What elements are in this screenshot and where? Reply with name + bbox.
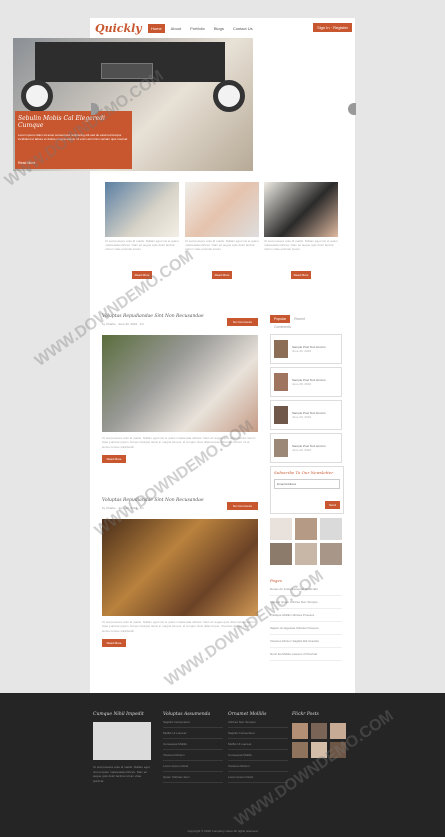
footer-link[interactable]: Quam Ultricies Sem	[163, 772, 223, 783]
footer-link[interactable]: Consequat Molltis	[163, 739, 223, 750]
flickr-image[interactable]	[311, 723, 327, 739]
footer-link[interactable]: Sagittis Consectetur	[163, 717, 223, 728]
sidebar-post-date: June 20, 2016	[292, 448, 312, 452]
gallery-image[interactable]	[320, 518, 342, 540]
people-gallery	[270, 518, 342, 565]
footer-link[interactable]: Molltis Ut Laoreet	[228, 739, 288, 750]
avatar	[274, 373, 288, 391]
post-image	[102, 519, 258, 616]
newsletter-send-button[interactable]: Send	[324, 501, 340, 509]
flickr-image[interactable]	[292, 723, 308, 739]
feature-text: Ut sed posuere ante id mattis. Nullam eg…	[264, 239, 338, 251]
footer-text: Ut sed posuere ante id mattis. Nullam eg…	[93, 765, 150, 783]
page-link[interactable]: Sapien Ac Egestas Ultricies Posuere	[270, 622, 342, 635]
sidebar-post-date: June 20, 2016	[292, 349, 312, 353]
feature-image	[264, 182, 338, 237]
speaker-right-image	[213, 80, 245, 112]
nav-portfolio[interactable]: Portfolio	[187, 24, 208, 33]
footer-col-links: Ornamet Mollilis Ultrices Non Tempus Sag…	[228, 712, 288, 783]
nav-contact[interactable]: Contact Us	[230, 24, 256, 33]
newsletter-email-input[interactable]: Email Address	[274, 479, 340, 489]
post-read-more-button[interactable]: Read More	[102, 638, 126, 647]
tab-comments[interactable]: Comments	[270, 323, 342, 331]
tab-recent[interactable]: Recent	[290, 315, 309, 323]
footer-col-about: Cumque Nihil Impedit Ut sed posuere ante…	[93, 712, 153, 783]
post-read-more-button[interactable]: Read More	[102, 454, 126, 463]
sidebar-post-item[interactable]: Sample Post Text Hmmm June 20, 2016	[270, 334, 342, 364]
slider-next-arrow-icon[interactable]	[348, 103, 356, 115]
feature-read-more-button[interactable]: Read More	[291, 271, 311, 279]
sidebar-tabs-widget: Popular Recent Comments Sample Post Text…	[270, 315, 342, 463]
tab-popular[interactable]: Popular	[270, 315, 291, 323]
avatar	[274, 439, 288, 457]
feature-read-more-button[interactable]: Read More	[212, 271, 232, 279]
footer-col-title: Cumque Nihil Impedit	[93, 712, 144, 717]
gallery-image[interactable]	[320, 543, 342, 565]
sign-in-button[interactable]: Sign In · Register	[313, 23, 352, 32]
newsletter-title: Subscribe To Our Newsletter	[274, 470, 334, 475]
footer-link[interactable]: Vivamus Dictum	[228, 761, 288, 772]
footer-link[interactable]: Ultrices Non Tempus	[228, 717, 288, 728]
page-link[interactable]: Vivamus Dictum Sagittis Elit Gravida	[270, 635, 342, 648]
gallery-image[interactable]	[295, 518, 317, 540]
post-comments-badge[interactable]: No Comments	[226, 318, 258, 326]
feature-card: Ut sed posuere ante id mattis. Nullam eg…	[185, 182, 259, 279]
footer-link[interactable]: Vivamus Dictum	[163, 750, 223, 761]
footer-link[interactable]: Lorem Ipsum Dolor	[163, 761, 223, 772]
nav-home[interactable]: Home	[148, 24, 165, 33]
sidebar-post-date: June 20, 2016	[292, 382, 312, 386]
feature-image	[105, 182, 179, 237]
footer-col-title: Flickr Posts	[292, 712, 319, 717]
gallery-image[interactable]	[270, 518, 292, 540]
gallery-image[interactable]	[295, 543, 317, 565]
nav-blogs[interactable]: Blogs	[211, 24, 227, 33]
flickr-image[interactable]	[292, 742, 308, 758]
main-nav: Home About Portfolio Blogs Contact Us	[148, 24, 256, 33]
newsletter-widget: Subscribe To Our Newsletter Email Addres…	[270, 466, 344, 514]
footer-link[interactable]: Consequat Molltis	[228, 750, 288, 761]
feature-image	[185, 182, 259, 237]
page-link[interactable]: Nunc Eu Molltis Laoreet Ut Pulvinar	[270, 648, 342, 661]
sidebar-post-item[interactable]: Sample Post Text Hmmm June 20, 2016	[270, 367, 342, 397]
sidebar-post-item[interactable]: Sample Post Text Hmmm June 20, 2016	[270, 433, 342, 463]
post-comments-badge[interactable]: No Comments	[226, 502, 258, 510]
site-logo[interactable]: Quickly	[95, 22, 142, 35]
sidebar-post-date: June 20, 2016	[292, 415, 312, 419]
nav-about[interactable]: About	[168, 24, 184, 33]
gallery-image[interactable]	[270, 543, 292, 565]
avatar	[274, 406, 288, 424]
footer-col-links: Voluptas Assumenda Sagittis Consectetur …	[163, 712, 223, 783]
copyright-text: Copyright © 2016 Company name All rights…	[187, 829, 258, 833]
speaker-left-image	[21, 80, 53, 112]
footer-image	[93, 722, 151, 760]
footer-link[interactable]: Molltis Ut Laoreet	[163, 728, 223, 739]
sidebar-tabs: Popular Recent	[270, 315, 342, 323]
sidebar-post-item[interactable]: Sample Post Text Hmmm June 20, 2016	[270, 400, 342, 430]
feature-card: Ut sed posuere ante id mattis. Nullam eg…	[264, 182, 338, 279]
post-image	[102, 335, 258, 432]
avatar	[274, 340, 288, 358]
footer-link[interactable]: Sagittis Consectetur	[228, 728, 288, 739]
